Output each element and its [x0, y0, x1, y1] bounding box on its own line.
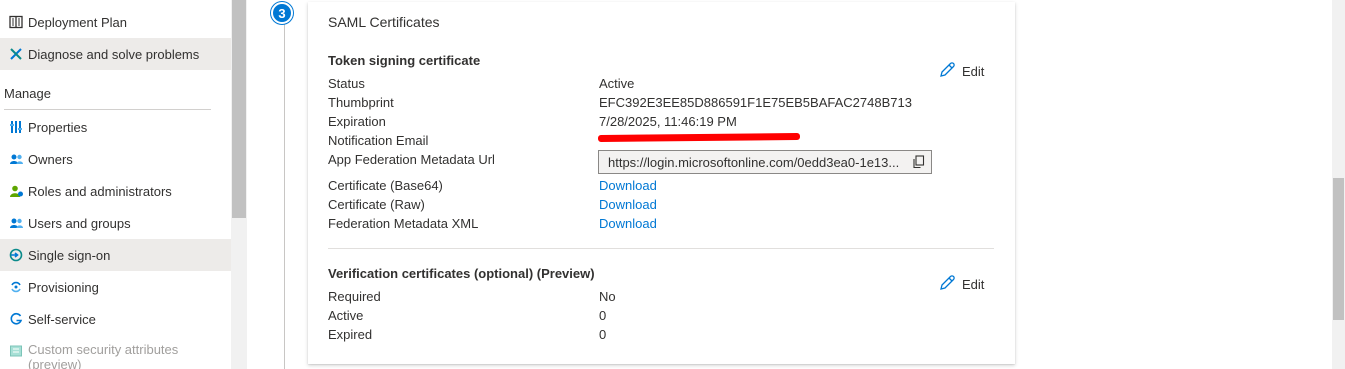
sidebar-item-label-suffix: (preview) [28, 357, 82, 369]
step-number-badge: 3 [271, 2, 293, 24]
sidebar-item-label: Self-service [28, 311, 96, 327]
sidebar-scrollbar-thumb[interactable] [232, 0, 246, 218]
book-icon [0, 15, 28, 29]
sidebar-item-diagnose[interactable]: Diagnose and solve problems [0, 38, 231, 70]
sidebar-item-label: Users and groups [28, 215, 131, 231]
metadata-url-field[interactable]: https://login.microsoftonline.com/0edd3e… [598, 150, 932, 174]
main-scrollbar-thumb[interactable] [1333, 178, 1344, 320]
thumbprint-label: Thumbprint [328, 95, 394, 110]
sidebar-item-label: Single sign-on [28, 247, 111, 263]
sidebar-item-self-service[interactable]: Self-service [0, 303, 231, 335]
properties-icon [0, 120, 28, 134]
token-signing-heading: Token signing certificate [328, 53, 481, 68]
sidebar-item-label: Properties [28, 119, 88, 135]
cert-raw-label: Certificate (Raw) [328, 197, 425, 212]
owners-icon [0, 152, 28, 166]
wrench-icon [0, 47, 28, 61]
cert-raw-download-link[interactable]: Download [599, 197, 657, 212]
expiration-label: Expiration [328, 114, 386, 129]
active-value: 0 [599, 308, 607, 323]
edit-label: Edit [962, 64, 985, 79]
pencil-icon [938, 274, 956, 295]
sidebar-item-properties[interactable]: Properties [0, 111, 231, 143]
sidebar-item-label: Roles and administrators [28, 183, 172, 199]
verification-edit-button[interactable]: Edit [938, 274, 984, 295]
sso-icon [0, 248, 28, 262]
section-divider [4, 109, 211, 110]
cert-base64-download-link[interactable]: Download [599, 178, 657, 193]
card-title: SAML Certificates [328, 14, 440, 30]
saml-certificates-card: SAML Certificates Token signing certific… [308, 2, 1015, 364]
copy-icon[interactable] [912, 155, 925, 172]
sidebar-item-deployment-plan[interactable]: Deployment Plan [0, 6, 231, 38]
sidebar-item-label: Provisioning [28, 279, 99, 295]
required-label: Required [328, 289, 381, 304]
federation-xml-label: Federation Metadata XML [328, 216, 479, 231]
sidebar: Deployment Plan Diagnose and solve probl… [0, 0, 231, 369]
self-service-icon [0, 312, 28, 326]
step-rail [284, 22, 285, 369]
cert-base64-label: Certificate (Base64) [328, 178, 443, 193]
sidebar-item-users-groups[interactable]: Users and groups [0, 207, 231, 239]
edit-label: Edit [962, 277, 985, 292]
provisioning-icon [0, 280, 28, 294]
custom-attributes-icon [0, 342, 28, 358]
sidebar-item-label: Diagnose and solve problems [28, 46, 200, 62]
expired-value: 0 [599, 327, 607, 342]
sidebar-item-provisioning[interactable]: Provisioning [0, 271, 231, 303]
sidebar-item-roles[interactable]: Roles and administrators [0, 175, 231, 207]
required-value: No [599, 289, 616, 304]
expired-label: Expired [328, 327, 373, 342]
sidebar-item-label: Owners [28, 151, 73, 167]
notification-email-label: Notification Email [328, 133, 429, 148]
verification-heading: Verification certificates (optional) (Pr… [328, 266, 595, 281]
section-divider [328, 248, 994, 249]
federation-xml-download-link[interactable]: Download [599, 216, 657, 231]
sidebar-item-label: Custom security attributes [28, 342, 179, 357]
sidebar-item-single-sign-on[interactable]: Single sign-on [0, 239, 231, 271]
sidebar-item-custom-security-attributes[interactable]: Custom security attributes (preview) [0, 335, 231, 369]
sidebar-item-owners[interactable]: Owners [0, 143, 231, 175]
metadata-url-value: https://login.microsoftonline.com/0edd3e… [608, 154, 900, 170]
roles-icon [0, 184, 28, 198]
expiration-value: 7/28/2025, 11:46:19 PM [599, 114, 737, 129]
status-label: Status [328, 76, 365, 91]
status-value: Active [599, 76, 635, 91]
token-signing-edit-button[interactable]: Edit [938, 61, 984, 82]
pencil-icon [938, 61, 956, 82]
metadata-url-label: App Federation Metadata Url [328, 152, 495, 167]
active-label: Active [328, 308, 364, 323]
redaction-mark [597, 132, 801, 143]
users-groups-icon [0, 216, 28, 230]
section-heading-manage: Manage [4, 86, 51, 101]
thumbprint-value: EFC392E3EE85D886591F1E75EB5BAFAC2748B713 [599, 95, 912, 110]
sidebar-item-label: Deployment Plan [28, 14, 127, 30]
